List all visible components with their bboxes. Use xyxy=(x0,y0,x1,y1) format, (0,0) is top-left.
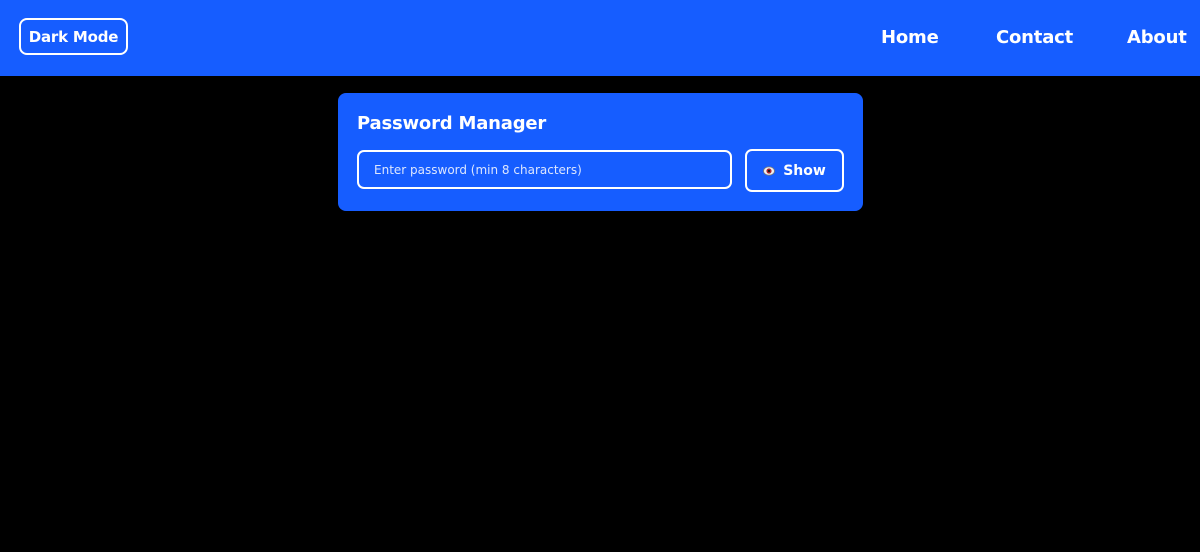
show-password-button[interactable]: Show xyxy=(745,149,844,192)
eye-icon xyxy=(763,165,776,177)
nav-link-home[interactable]: Home xyxy=(881,25,939,51)
show-button-label: Show xyxy=(783,162,826,179)
nav-link-about[interactable]: About xyxy=(1127,25,1187,51)
card-title: Password Manager xyxy=(357,113,547,134)
password-input[interactable] xyxy=(357,150,732,189)
top-navbar: Dark Mode Home Contact About xyxy=(0,0,1200,76)
nav-link-contact[interactable]: Contact xyxy=(996,25,1073,51)
password-manager-card: Password Manager Show xyxy=(338,93,863,211)
dark-mode-button[interactable]: Dark Mode xyxy=(19,18,128,55)
